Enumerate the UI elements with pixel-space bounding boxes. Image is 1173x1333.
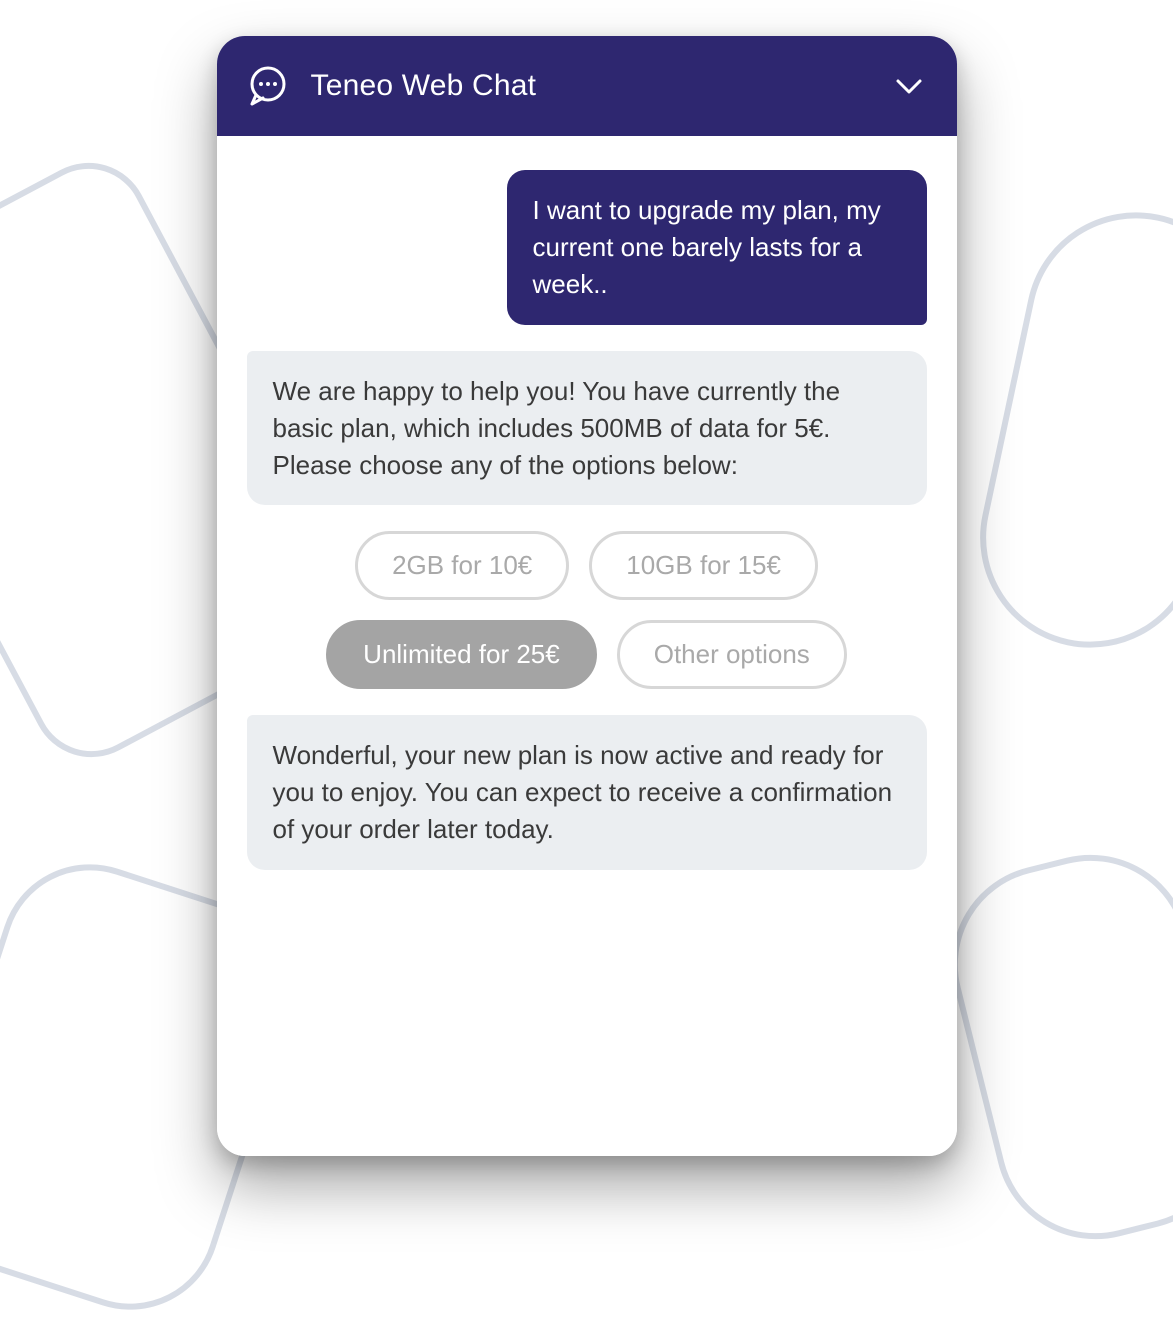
option-label: 2GB for 10€ <box>392 550 532 580</box>
message-text: Wonderful, your new plan is now active a… <box>273 740 893 844</box>
plan-options: 2GB for 10€ 10GB for 15€ Unlimited for 2… <box>247 531 927 689</box>
message-text: I want to upgrade my plan, my current on… <box>533 195 881 299</box>
bot-message: We are happy to help you! You have curre… <box>247 351 927 506</box>
option-label: Other options <box>654 639 810 669</box>
chat-title: Teneo Web Chat <box>311 69 869 103</box>
option-unlimited[interactable]: Unlimited for 25€ <box>326 620 597 689</box>
message-text: We are happy to help you! You have curre… <box>273 376 841 480</box>
chat-body: I want to upgrade my plan, my current on… <box>217 136 957 1156</box>
option-other[interactable]: Other options <box>617 620 847 689</box>
chevron-down-icon <box>892 69 926 103</box>
chat-window: Teneo Web Chat I want to upgrade my plan… <box>217 36 957 1156</box>
bot-message: Wonderful, your new plan is now active a… <box>247 715 927 870</box>
chat-bubble-icon <box>245 63 291 109</box>
option-label: Unlimited for 25€ <box>363 639 560 669</box>
option-2gb[interactable]: 2GB for 10€ <box>355 531 569 600</box>
bg-shape <box>960 192 1173 668</box>
chat-header: Teneo Web Chat <box>217 36 957 136</box>
minimize-button[interactable] <box>889 66 929 106</box>
bg-shape <box>931 834 1173 1261</box>
option-10gb[interactable]: 10GB for 15€ <box>589 531 818 600</box>
user-message: I want to upgrade my plan, my current on… <box>507 170 927 325</box>
option-label: 10GB for 15€ <box>626 550 781 580</box>
